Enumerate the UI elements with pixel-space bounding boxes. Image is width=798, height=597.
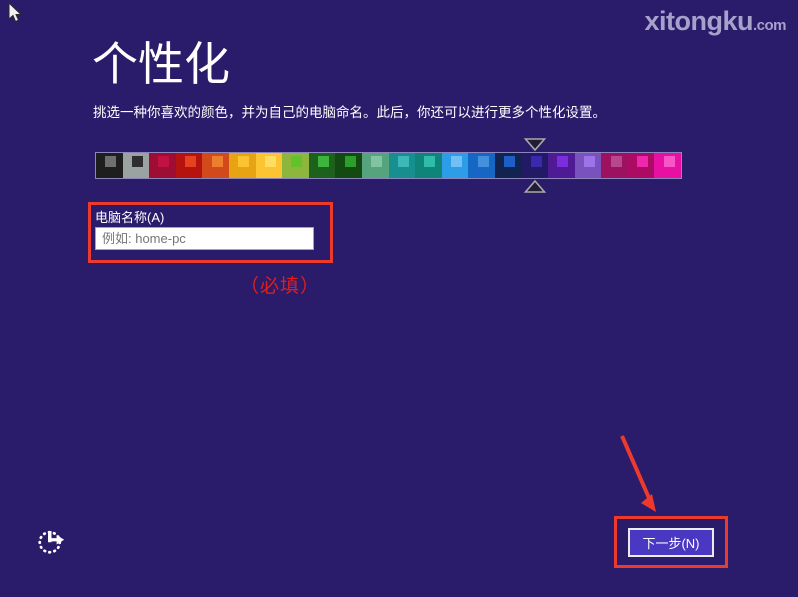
- cursor-arrow-icon: [8, 3, 23, 23]
- site-logo-tld: .com: [752, 17, 787, 34]
- page-subtitle: 挑选一种你喜欢的颜色，并为自己的电脑命名。此后，你还可以进行更多个性化设置。: [93, 105, 606, 120]
- color-swatch[interactable]: [361, 153, 389, 178]
- swatch-accent-square: [610, 156, 622, 167]
- swatch-accent-square: [318, 156, 330, 167]
- swatch-accent-square: [504, 156, 516, 167]
- color-picker-strip[interactable]: [95, 138, 682, 193]
- swatch-accent-square: [451, 156, 463, 167]
- swatch-accent-square: [397, 156, 409, 167]
- swatch-accent-square: [477, 156, 489, 167]
- color-swatch[interactable]: [308, 153, 336, 178]
- color-swatch[interactable]: [228, 153, 256, 178]
- selection-marker-down-icon: [523, 138, 547, 152]
- site-logo-name: xitongku: [644, 6, 753, 36]
- swatch-accent-square: [264, 156, 276, 167]
- swatch-accent-square: [637, 156, 649, 167]
- annotation-box-next: 下一步(N): [614, 516, 728, 568]
- color-swatch[interactable]: [441, 153, 469, 178]
- color-swatch[interactable]: [521, 138, 549, 193]
- swatch-accent-square: [291, 156, 303, 167]
- computer-name-input[interactable]: [95, 227, 314, 250]
- swatch-accent-square: [583, 156, 595, 167]
- next-button[interactable]: 下一步(N): [628, 528, 714, 557]
- swatch-accent-square: [557, 156, 569, 167]
- color-swatch[interactable]: [415, 153, 442, 178]
- swatch-accent-square: [344, 156, 356, 167]
- color-swatch[interactable]: [494, 153, 522, 178]
- swatch-accent-square: [424, 156, 436, 167]
- color-swatch[interactable]: [282, 153, 309, 178]
- color-swatch[interactable]: [202, 153, 229, 178]
- swatch-accent-square: [105, 156, 117, 167]
- swatch-accent-square: [530, 156, 542, 167]
- annotation-box-computer-name: 电脑名称(A): [88, 202, 333, 263]
- color-swatch[interactable]: [468, 153, 495, 178]
- swatch-accent-square: [131, 156, 143, 167]
- color-swatch[interactable]: [255, 153, 283, 178]
- color-swatch[interactable]: [96, 153, 123, 178]
- computer-name-label: 电脑名称(A): [95, 210, 165, 225]
- page-title: 个性化: [92, 38, 230, 90]
- color-swatch[interactable]: [654, 153, 682, 178]
- color-swatch[interactable]: [627, 153, 655, 178]
- selection-marker-up-icon: [523, 179, 547, 193]
- swatch-accent-square: [185, 156, 197, 167]
- color-swatch[interactable]: [601, 153, 628, 178]
- color-swatch[interactable]: [122, 153, 150, 178]
- color-swatch[interactable]: [335, 153, 362, 178]
- oobe-personalize-screen: xitongku.com 个性化 挑选一种你喜欢的颜色，并为自己的电脑命名。此后…: [0, 0, 798, 597]
- ease-of-access-icon[interactable]: [36, 526, 66, 556]
- color-swatch[interactable]: [548, 153, 575, 178]
- swatch-accent-square: [211, 156, 223, 167]
- swatch-accent-square: [663, 156, 675, 167]
- swatch-accent-square: [238, 156, 250, 167]
- swatch-accent-square: [158, 156, 170, 167]
- color-swatch[interactable]: [149, 153, 176, 178]
- swatch-accent-square: [371, 156, 383, 167]
- color-swatch[interactable]: [574, 153, 602, 178]
- color-swatch[interactable]: [388, 153, 416, 178]
- required-note: （必填）: [240, 276, 321, 297]
- site-logo: xitongku.com: [644, 6, 786, 37]
- color-swatch[interactable]: [175, 153, 203, 178]
